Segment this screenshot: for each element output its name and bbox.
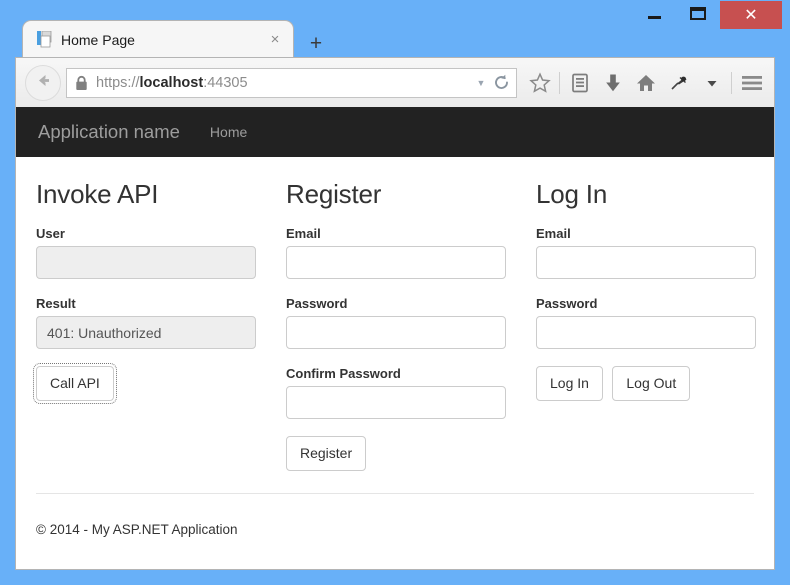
register-email-input[interactable]	[286, 246, 506, 279]
heading-register: Register	[286, 179, 382, 209]
page-footer: © 2014 - My ASP.NET Application	[36, 493, 754, 537]
minimize-button[interactable]	[632, 1, 676, 26]
label-register-password: Password	[286, 296, 348, 311]
close-icon: ✕	[744, 5, 758, 24]
register-password-input[interactable]	[286, 316, 506, 349]
download-arrow-icon[interactable]	[596, 65, 629, 101]
pin-flag-icon[interactable]	[662, 65, 695, 101]
site-navbar: Application name Home	[16, 107, 774, 157]
maximize-button[interactable]	[676, 1, 720, 26]
close-window-button[interactable]: ✕	[720, 1, 782, 29]
nav-link-home[interactable]: Home	[210, 124, 247, 140]
tab-close-icon[interactable]: ×	[267, 32, 283, 47]
label-login-password: Password	[536, 296, 598, 311]
browser-window: ✕ Home Page × + https://localhost:44305 …	[0, 0, 790, 585]
address-bar[interactable]: https://localhost:44305 ▼	[66, 67, 517, 98]
login-buttons: Log In Log Out	[536, 366, 756, 402]
content-container: Invoke API User Result Call API Register…	[16, 157, 774, 472]
url-port: :44305	[203, 74, 248, 91]
back-button[interactable]	[25, 64, 61, 101]
minimize-icon	[647, 15, 661, 19]
toolbar-divider-2	[731, 71, 732, 94]
tab-title: Home Page	[61, 31, 135, 48]
navbar-brand[interactable]: Application name	[38, 121, 180, 143]
url-text: https://localhost:44305	[96, 75, 472, 91]
home-icon[interactable]	[629, 65, 662, 101]
register-button[interactable]: Register	[286, 436, 367, 472]
tab-strip: Home Page × +	[22, 19, 333, 58]
column-invoke-api: Invoke API User Result Call API	[33, 175, 286, 471]
label-result: Result	[36, 296, 76, 311]
toolbar-divider	[559, 71, 560, 94]
url-host: localhost	[139, 74, 204, 91]
url-scheme: https://	[96, 74, 140, 91]
page-viewport: Application name Home Invoke API User Re…	[15, 107, 775, 570]
footer-spacer	[16, 471, 774, 493]
label-register-confirm-password: Confirm Password	[286, 366, 401, 381]
user-input[interactable]	[36, 246, 256, 279]
result-input[interactable]	[36, 316, 256, 349]
login-password-input[interactable]	[536, 316, 756, 349]
window-controls: ✕	[632, 1, 782, 29]
heading-log-in: Log In	[536, 179, 608, 209]
log-in-button[interactable]: Log In	[536, 366, 603, 402]
label-login-email: Email	[536, 226, 571, 241]
url-dropdown-icon[interactable]: ▼	[472, 78, 490, 88]
register-confirm-password-input[interactable]	[286, 386, 506, 419]
column-register: Register Email Password Confirm Password…	[286, 175, 536, 472]
call-api-button[interactable]: Call API	[33, 362, 117, 405]
back-arrow-icon	[34, 71, 53, 95]
tab-home-page[interactable]: Home Page ×	[22, 20, 294, 58]
reader-list-icon[interactable]	[563, 65, 596, 101]
maximize-icon	[690, 7, 706, 20]
plus-icon: +	[309, 31, 323, 55]
window-titlebar: ✕ Home Page × +	[0, 0, 790, 58]
padlock-icon	[75, 75, 88, 91]
page-favicon-icon	[37, 30, 52, 48]
columns-row: Invoke API User Result Call API Register…	[33, 175, 756, 472]
footer-copyright: © 2014 - My ASP.NET Application	[36, 521, 238, 537]
overflow-chevron-icon[interactable]	[695, 65, 728, 101]
browser-toolbar: https://localhost:44305 ▼	[15, 57, 775, 107]
log-out-button[interactable]: Log Out	[612, 366, 691, 402]
column-log-in: Log In Email Password Log In Log Out	[536, 175, 756, 471]
login-email-input[interactable]	[536, 246, 756, 279]
heading-invoke-api: Invoke API	[36, 179, 159, 209]
label-register-email: Email	[286, 226, 321, 241]
bookmark-star-icon[interactable]	[523, 65, 556, 101]
reload-icon[interactable]	[490, 74, 512, 91]
new-tab-button[interactable]: +	[299, 28, 333, 58]
label-user: User	[36, 226, 65, 241]
hamburger-menu-icon[interactable]	[735, 65, 768, 101]
